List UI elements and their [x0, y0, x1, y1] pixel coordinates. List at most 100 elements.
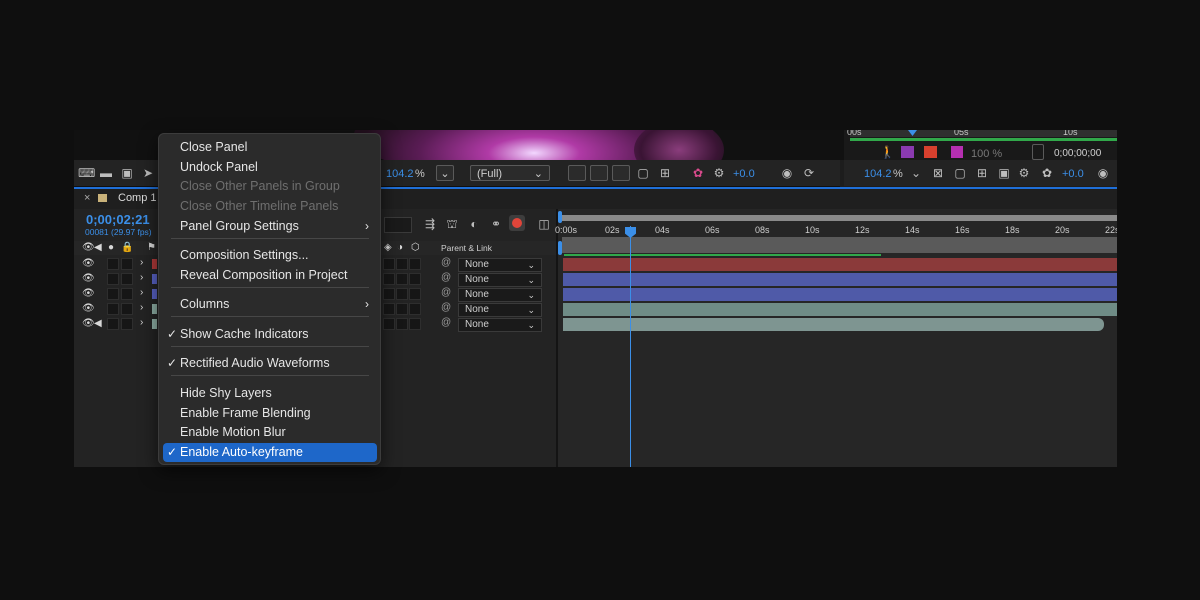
- current-timecode[interactable]: 0;00;02;21: [86, 212, 150, 227]
- transparency-grid-button[interactable]: [590, 165, 608, 181]
- eye-icon[interactable]: 👁: [82, 318, 95, 329]
- audio-icon[interactable]: ◀: [94, 242, 102, 253]
- menu-item-show-cache-indicators[interactable]: ✓ Show Cache Indicators: [163, 325, 377, 344]
- shy-layers-icon[interactable]: ◐: [467, 217, 481, 231]
- lock-toggle[interactable]: [121, 273, 133, 285]
- 3d-layer-icon[interactable]: ⬡: [411, 242, 420, 253]
- work-area-bar[interactable]: [562, 215, 1117, 221]
- layer-duration-bar[interactable]: [563, 273, 1117, 286]
- menu-item-reveal-composition-in-project[interactable]: Reveal Composition in Project: [163, 266, 377, 285]
- switch-toggle[interactable]: [409, 318, 421, 330]
- mini-timecode[interactable]: 0;00;00;00: [1054, 148, 1101, 159]
- camera-snapshot-icon[interactable]: ◉: [780, 166, 794, 180]
- chevron-right-icon[interactable]: ›: [140, 257, 143, 268]
- fast-preview-button[interactable]: [568, 165, 586, 181]
- menu-item-composition-settings[interactable]: Composition Settings...: [163, 246, 377, 265]
- film-icon[interactable]: ▣: [120, 166, 134, 180]
- render-queue-icon[interactable]: ➤: [141, 166, 155, 180]
- exposure-value[interactable]: +0.0: [1062, 168, 1084, 180]
- draft-3d-icon[interactable]: ⛫: [445, 217, 459, 231]
- layer-label-color[interactable]: [152, 304, 157, 314]
- switch-toggle[interactable]: [409, 258, 421, 270]
- transparency-grid-icon[interactable]: ⊠: [931, 166, 945, 180]
- timeline-graph-area[interactable]: [558, 209, 1117, 467]
- folder-icon[interactable]: ▬: [99, 166, 113, 180]
- solo-icon[interactable]: ●: [108, 242, 114, 253]
- eye-icon[interactable]: 👁: [82, 273, 95, 284]
- solo-toggle[interactable]: [107, 258, 119, 270]
- lock-toggle[interactable]: [121, 318, 133, 330]
- layer-label-color[interactable]: [152, 319, 157, 329]
- menu-item-enable-motion-blur[interactable]: Enable Motion Blur: [163, 423, 377, 442]
- pick-whip-icon[interactable]: @: [441, 257, 451, 268]
- eye-icon[interactable]: 👁: [82, 303, 95, 314]
- parent-dropdown[interactable]: None ⌄: [458, 318, 542, 332]
- layer-search-input[interactable]: [384, 217, 412, 233]
- switch-toggle[interactable]: [383, 258, 395, 270]
- work-area-start-handle[interactable]: [558, 211, 562, 223]
- zoom-dropdown[interactable]: ⌄: [436, 165, 454, 181]
- menu-item-undock-panel[interactable]: Undock Panel: [163, 158, 377, 177]
- menu-item-close-panel[interactable]: Close Panel: [163, 138, 377, 157]
- walk-icon[interactable]: 🚶: [880, 145, 895, 159]
- eye-icon[interactable]: 👁: [82, 258, 95, 269]
- label-icon[interactable]: ⚑: [147, 242, 156, 253]
- color-management-icon[interactable]: ⚙: [1017, 166, 1031, 180]
- menu-item-enable-frame-blending[interactable]: Enable Frame Blending: [163, 404, 377, 423]
- chevron-right-icon[interactable]: ›: [140, 287, 143, 298]
- close-tab-icon[interactable]: ×: [84, 192, 90, 204]
- parent-dropdown[interactable]: None ⌄: [458, 288, 542, 302]
- switch-toggle[interactable]: [383, 288, 395, 300]
- region-of-interest-icon[interactable]: ▢: [953, 166, 967, 180]
- menu-item-columns[interactable]: Columns ›: [163, 295, 377, 314]
- audio-icon[interactable]: ◀: [94, 318, 102, 329]
- layer-label-color[interactable]: [152, 259, 157, 269]
- lock-toggle[interactable]: [121, 258, 133, 270]
- menu-item-enable-auto-keyframe[interactable]: ✓ Enable Auto-keyframe: [163, 443, 377, 462]
- mask-visibility-button[interactable]: [612, 165, 630, 181]
- chevron-right-icon[interactable]: ›: [140, 272, 143, 283]
- eye-icon[interactable]: 👁: [82, 288, 95, 299]
- pick-whip-icon[interactable]: @: [441, 287, 451, 298]
- comp-mini-flowchart-icon[interactable]: ⇶: [423, 217, 437, 231]
- lock-toggle[interactable]: [121, 303, 133, 315]
- adjustment-layer-icon[interactable]: ◈: [384, 242, 392, 253]
- chevron-down-icon[interactable]: ⌄: [909, 166, 923, 180]
- exposure-value[interactable]: +0.0: [733, 168, 755, 180]
- chevron-right-icon[interactable]: ›: [140, 317, 143, 328]
- region-of-interest-icon[interactable]: ▢: [636, 166, 650, 180]
- solo-toggle[interactable]: [107, 288, 119, 300]
- pick-whip-icon[interactable]: @: [441, 302, 451, 313]
- motion-blur-icon[interactable]: [901, 146, 914, 158]
- switch-toggle[interactable]: [396, 288, 408, 300]
- parent-dropdown[interactable]: None ⌄: [458, 303, 542, 317]
- switch-toggle[interactable]: [383, 273, 395, 285]
- grid-guides-icon[interactable]: ⊞: [975, 166, 989, 180]
- menu-item-rectified-audio-waveforms[interactable]: ✓ Rectified Audio Waveforms: [163, 354, 377, 373]
- switch-toggle[interactable]: [383, 318, 395, 330]
- zoom-value[interactable]: 104.2: [864, 168, 892, 180]
- layer-duration-bar[interactable]: [563, 288, 1117, 301]
- color-swatch-icon[interactable]: [951, 146, 963, 158]
- switch-toggle[interactable]: [409, 288, 421, 300]
- switch-toggle[interactable]: [409, 303, 421, 315]
- menu-item-hide-shy-layers[interactable]: Hide Shy Layers: [163, 384, 377, 403]
- solo-toggle[interactable]: [107, 303, 119, 315]
- switch-toggle[interactable]: [383, 303, 395, 315]
- switch-toggle[interactable]: [409, 273, 421, 285]
- layer-duration-bar[interactable]: [563, 318, 1104, 331]
- lock-toggle[interactable]: [121, 288, 133, 300]
- timeline-tab-label[interactable]: Comp 1: [118, 192, 157, 204]
- solo-toggle[interactable]: [107, 273, 119, 285]
- graph-editor-icon[interactable]: ◫: [537, 217, 551, 231]
- switch-toggle[interactable]: [396, 273, 408, 285]
- parent-dropdown[interactable]: None ⌄: [458, 258, 542, 272]
- color-channels-icon[interactable]: ✿: [1040, 166, 1054, 180]
- layer-duration-bar[interactable]: [563, 258, 1117, 271]
- layer-label-color[interactable]: [152, 274, 157, 284]
- switch-toggle[interactable]: [396, 303, 408, 315]
- effects-icon[interactable]: ◑: [397, 242, 403, 253]
- layer-duration-bar[interactable]: [563, 303, 1117, 316]
- eye-icon[interactable]: 👁: [82, 242, 95, 253]
- layer-label-color[interactable]: [152, 289, 157, 299]
